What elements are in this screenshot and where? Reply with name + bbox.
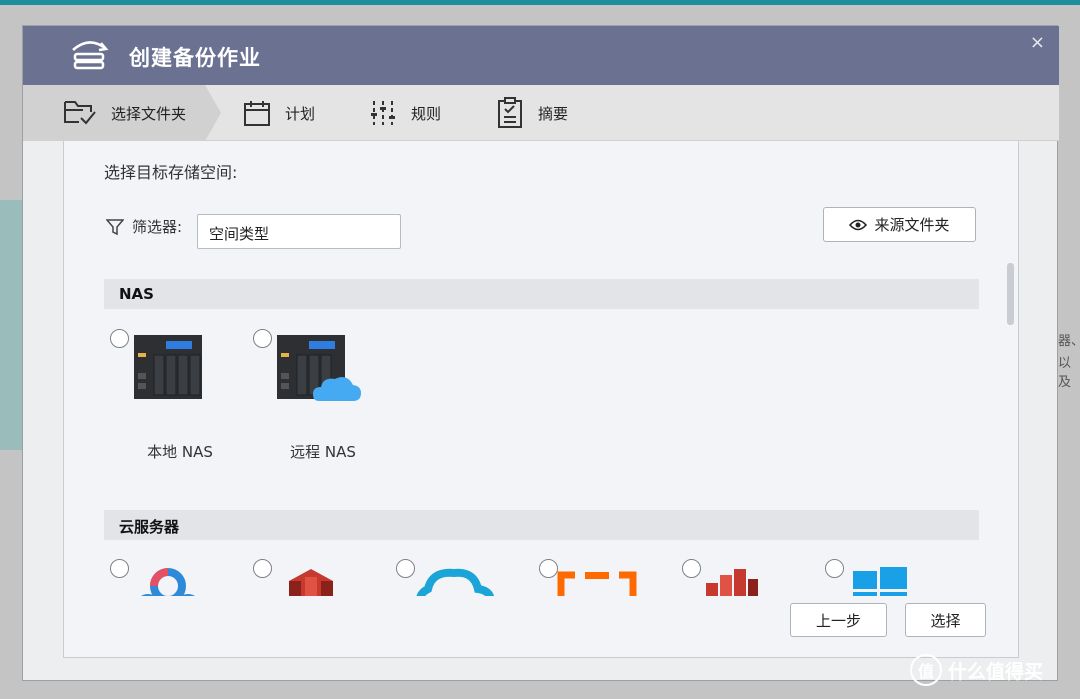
option-label: 本地 NAS bbox=[147, 443, 213, 461]
step-schedule[interactable]: 计划 bbox=[243, 85, 315, 141]
option-label: 远程 NAS bbox=[290, 443, 356, 461]
radio-amazon-s3[interactable] bbox=[253, 559, 272, 578]
eye-icon bbox=[849, 219, 868, 230]
filter-row: 筛选器: bbox=[106, 216, 182, 237]
nas-device-icon bbox=[134, 335, 202, 399]
background-left-graphic bbox=[0, 200, 24, 450]
prompt-text: 选择目标存储空间: bbox=[104, 163, 238, 182]
select-button[interactable]: 选择 bbox=[905, 603, 986, 637]
step-label: 计划 bbox=[285, 104, 316, 123]
step-arrow bbox=[205, 85, 221, 141]
back-button[interactable]: 上一步 bbox=[790, 603, 887, 637]
source-folder-button[interactable]: 来源文件夹 bbox=[823, 207, 976, 242]
filter-icon bbox=[106, 218, 124, 235]
step-select-folder[interactable]: 选择文件夹 bbox=[23, 85, 205, 141]
radio-remote-nas[interactable] bbox=[253, 329, 272, 348]
step-label: 规则 bbox=[411, 104, 442, 123]
watermark-text: 什么值得买 bbox=[948, 660, 1044, 683]
step-label: 摘要 bbox=[538, 104, 569, 123]
step-rules[interactable]: 规则 bbox=[369, 85, 441, 141]
section-header-nas: NAS bbox=[104, 279, 979, 309]
source-folder-label: 来源文件夹 bbox=[874, 216, 950, 234]
remote-nas-cloud-icon bbox=[277, 335, 361, 401]
calendar-icon bbox=[244, 101, 270, 126]
background-text-2: 以及 bbox=[1058, 356, 1072, 390]
radio-aws-glacier[interactable] bbox=[682, 559, 701, 578]
sliders-icon bbox=[371, 101, 395, 125]
step-summary[interactable]: 摘要 bbox=[496, 85, 568, 141]
dialog-content: 选择目标存储空间: 筛选器: 空间类型 来源文件夹 NAS 本地 NAS 远程 … bbox=[63, 141, 1019, 658]
dialog-footer: 上一步 选择 bbox=[63, 596, 1019, 658]
filter-select[interactable]: 空间类型 bbox=[197, 214, 401, 249]
watermark: 值 什么值得买 bbox=[910, 654, 1043, 686]
background-text-1: 器、 bbox=[1058, 334, 1080, 349]
close-button[interactable]: × bbox=[1030, 32, 1045, 53]
radio-windows-azure[interactable] bbox=[825, 559, 844, 578]
option-remote-nas[interactable]: 远程 NAS bbox=[253, 329, 393, 469]
option-local-nas[interactable]: 本地 NAS bbox=[110, 329, 250, 469]
radio-local-nas[interactable] bbox=[110, 329, 129, 348]
folder-check-icon bbox=[64, 101, 96, 125]
wizard-steps: 选择文件夹 计划 规则 摘要 bbox=[23, 85, 1059, 141]
clipboard-icon bbox=[498, 97, 522, 128]
section-header-cloud: 云服务器 bbox=[104, 510, 979, 540]
backup-icon bbox=[72, 41, 109, 70]
filter-label: 筛选器: bbox=[132, 218, 183, 236]
dialog-title: 创建备份作业 bbox=[129, 46, 261, 70]
content-scrollbar[interactable] bbox=[1007, 263, 1014, 325]
backup-job-dialog: 创建备份作业 × 选择文件夹 计划 规则 摘要 选择目标存储空间: 筛选器: 空… bbox=[22, 25, 1059, 681]
watermark-logo-icon: 值 bbox=[910, 654, 942, 686]
step-label: 选择文件夹 bbox=[111, 104, 187, 123]
dialog-titlebar: 创建备份作业 × bbox=[23, 26, 1059, 85]
